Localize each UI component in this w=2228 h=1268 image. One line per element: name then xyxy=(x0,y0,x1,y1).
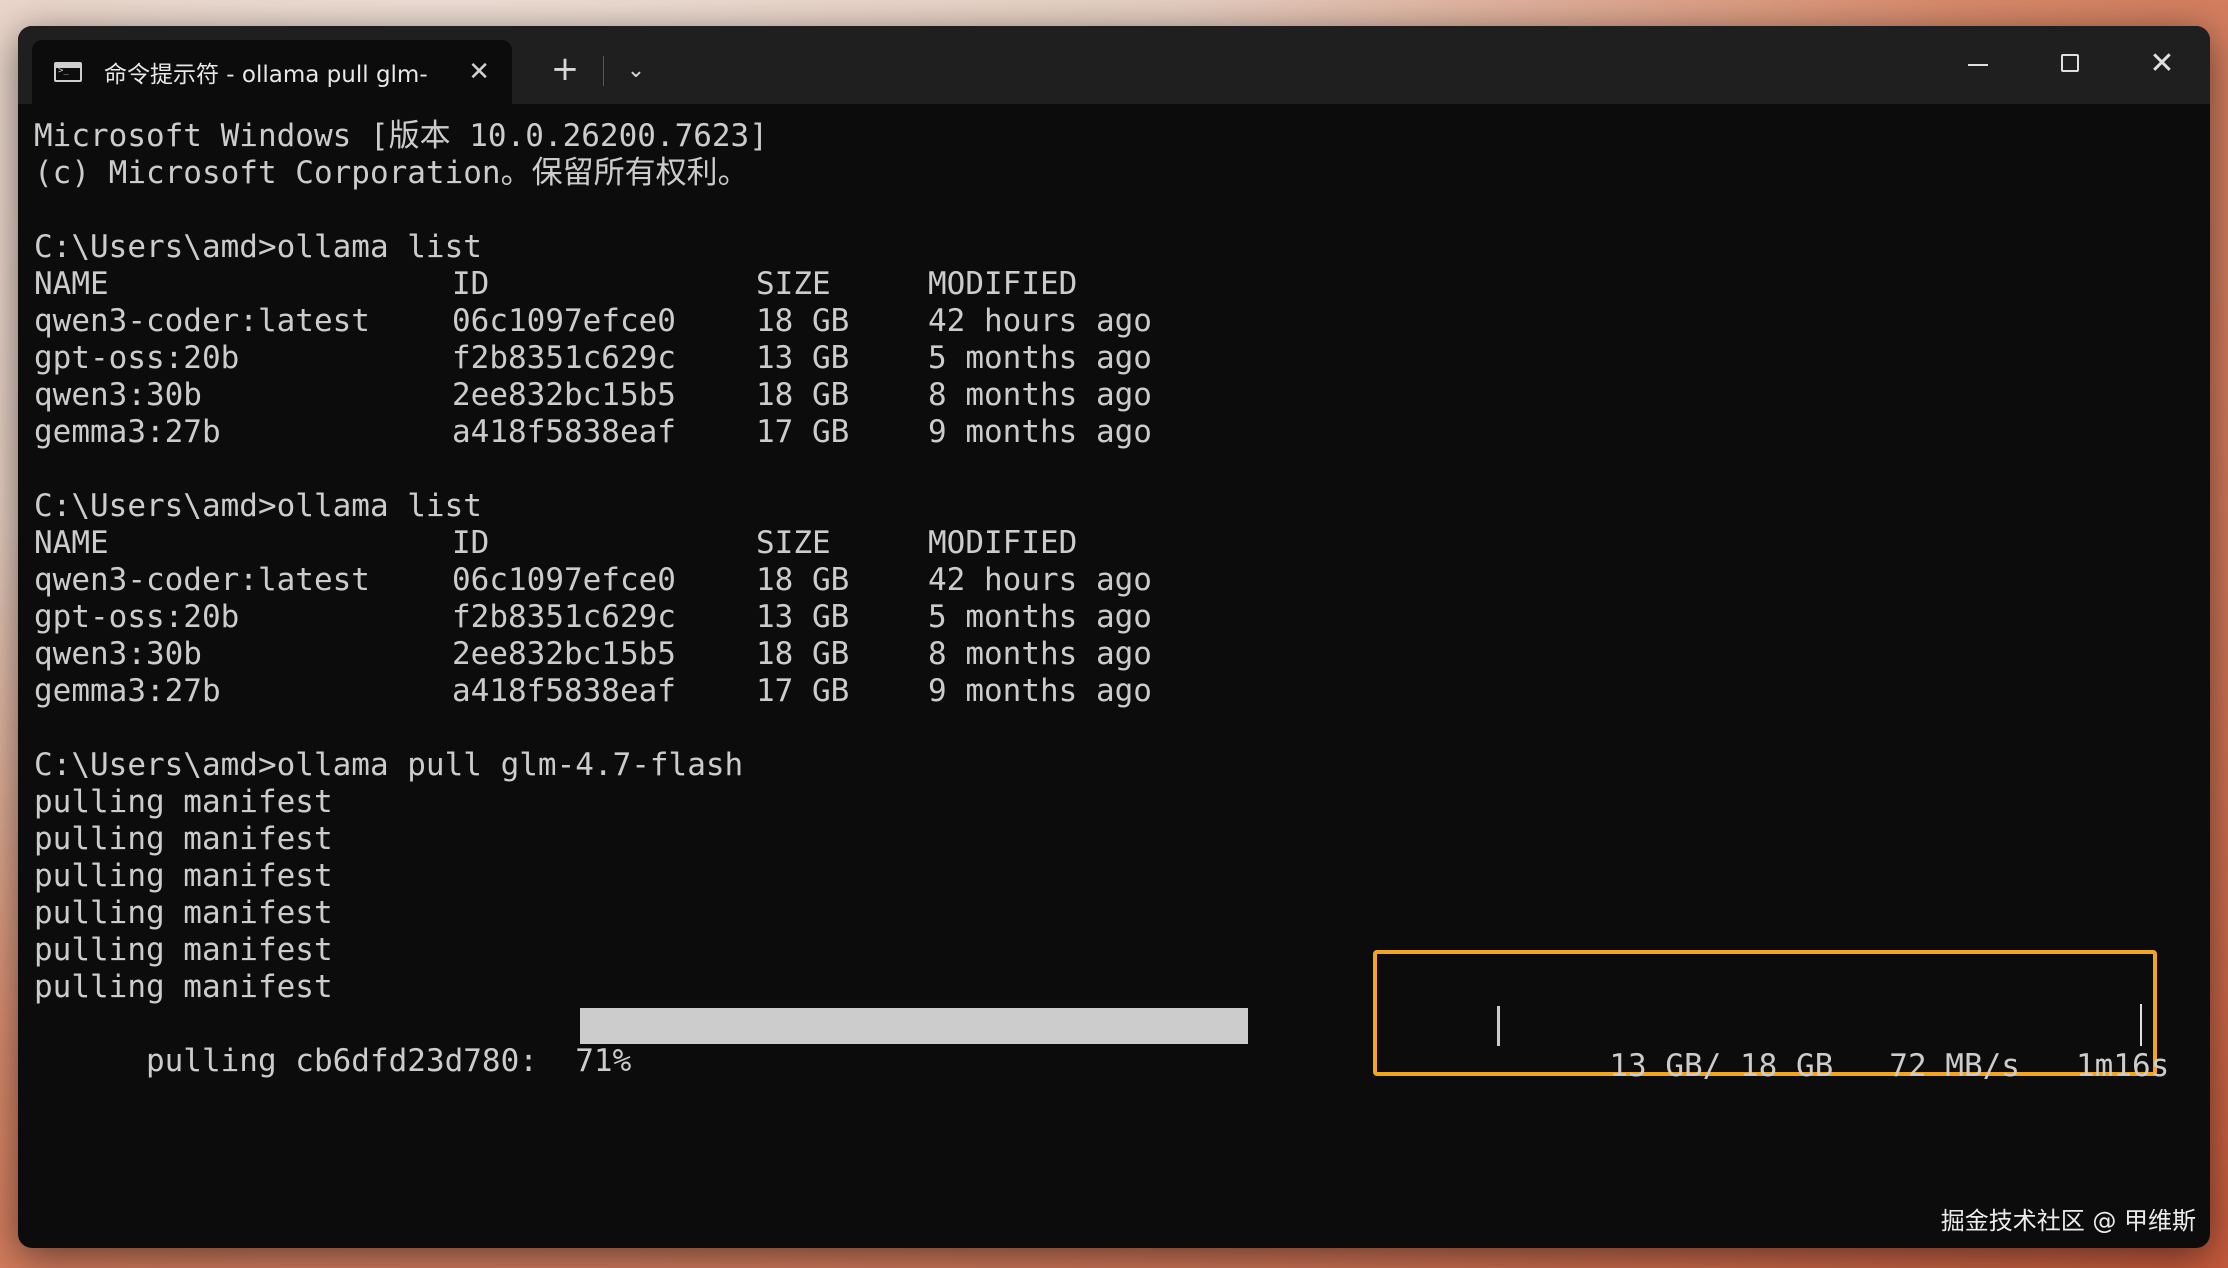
model-size: 13 GB xyxy=(756,340,850,376)
model-id: f2b8351c629c xyxy=(452,599,676,635)
command-line: C:\Users\amd>ollama pull glm-4.7-flash xyxy=(34,747,744,783)
banner-line: (c) Microsoft Corporation。保留所有权利。 xyxy=(34,155,749,191)
table-row: qwen3-coder:latest 06c1097efce0 18 GB 42… xyxy=(34,303,2210,340)
tab-close-icon[interactable]: ✕ xyxy=(468,57,490,87)
tab-title: 命令提示符 - ollama pull glm- xyxy=(104,62,428,88)
header-id: ID xyxy=(452,266,490,302)
model-modified: 9 months ago xyxy=(928,414,1152,450)
watermark: 掘金技术社区 @ 甲维斯 xyxy=(1940,1207,2196,1235)
model-id: a418f5838eaf xyxy=(452,414,676,450)
close-button[interactable]: ✕ xyxy=(2122,38,2202,90)
download-speed: 72 MB/s xyxy=(1889,1048,2020,1084)
tab-divider xyxy=(603,56,604,86)
new-tab-button[interactable]: + xyxy=(540,44,590,94)
table-row: gpt-oss:20b f2b8351c629c 13 GB 5 months … xyxy=(34,599,2210,636)
eta: 1m16s xyxy=(2075,1048,2170,1084)
text-cursor xyxy=(2140,1004,2142,1046)
model-id: 06c1097efce0 xyxy=(452,562,676,598)
model-name: qwen3-coder:latest xyxy=(34,303,370,339)
model-size: 18 GB xyxy=(756,303,850,339)
minimize-icon xyxy=(1968,64,1988,66)
table-row: gemma3:27b a418f5838eaf 17 GB 9 months a… xyxy=(34,414,2210,451)
table-header: NAME ID SIZE MODIFIED xyxy=(34,266,2210,303)
chevron-down-icon[interactable]: ⌄ xyxy=(616,48,656,94)
model-modified: 8 months ago xyxy=(928,377,1152,413)
pull-progress-label: pulling cb6dfd23d780: 71% xyxy=(145,1043,632,1079)
table-row: gpt-oss:20b f2b8351c629c 13 GB 5 months … xyxy=(34,340,2210,377)
model-modified: 5 months ago xyxy=(928,599,1152,635)
table-row: qwen3:30b 2ee832bc15b5 18 GB 8 months ag… xyxy=(34,636,2210,673)
model-name: gemma3:27b xyxy=(34,414,221,450)
tab-command-prompt[interactable]: 命令提示符 - ollama pull glm- ✕ xyxy=(32,40,512,104)
model-modified: 42 hours ago xyxy=(928,562,1152,598)
model-id: 06c1097efce0 xyxy=(452,303,676,339)
header-modified: MODIFIED xyxy=(928,525,1078,561)
command-line: C:\Users\amd>ollama list xyxy=(34,229,482,265)
header-modified: MODIFIED xyxy=(928,266,1078,302)
header-size: SIZE xyxy=(756,525,831,561)
minimize-button[interactable] xyxy=(1938,38,2018,90)
table-row: gemma3:27b a418f5838eaf 17 GB 9 months a… xyxy=(34,673,2210,710)
model-size: 18 GB xyxy=(756,562,850,598)
model-id: a418f5838eaf xyxy=(452,673,676,709)
model-name: qwen3:30b xyxy=(34,636,202,672)
model-modified: 42 hours ago xyxy=(928,303,1152,339)
table-row: qwen3-coder:latest 06c1097efce0 18 GB 42… xyxy=(34,562,2210,599)
close-icon: ✕ xyxy=(2149,46,2175,81)
maximize-icon xyxy=(2061,54,2079,72)
model-name: qwen3:30b xyxy=(34,377,202,413)
table-header: NAME ID SIZE MODIFIED xyxy=(34,525,2210,562)
model-size: 13 GB xyxy=(756,599,850,635)
progress-bar-end xyxy=(1497,1006,1500,1046)
model-id: 2ee832bc15b5 xyxy=(452,377,676,413)
manifest-line: pulling manifest xyxy=(34,895,333,931)
download-stats: 13 GB/ 18 GB 72 MB/s 1m16s xyxy=(1572,1006,2169,1084)
model-size: 18 GB xyxy=(756,377,850,413)
header-id: ID xyxy=(452,525,490,561)
command-line: C:\Users\amd>ollama list xyxy=(34,488,482,524)
maximize-button[interactable] xyxy=(2030,38,2110,90)
model-modified: 9 months ago xyxy=(928,673,1152,709)
header-name: NAME xyxy=(34,266,109,302)
banner-line: Microsoft Windows [版本 10.0.26200.7623] xyxy=(34,118,768,154)
header-name: NAME xyxy=(34,525,109,561)
manifest-line: pulling manifest xyxy=(34,858,333,894)
model-id: f2b8351c629c xyxy=(452,340,676,376)
manifest-line: pulling manifest xyxy=(34,784,333,820)
model-id: 2ee832bc15b5 xyxy=(452,636,676,672)
model-name: qwen3-coder:latest xyxy=(34,562,370,598)
model-name: gemma3:27b xyxy=(34,673,221,709)
model-modified: 5 months ago xyxy=(928,340,1152,376)
progress-bar-fill xyxy=(580,1008,1248,1044)
table-row: qwen3:30b 2ee832bc15b5 18 GB 8 months ag… xyxy=(34,377,2210,414)
model-name: gpt-oss:20b xyxy=(34,340,240,376)
model-size: 18 GB xyxy=(756,636,850,672)
terminal-icon xyxy=(54,62,82,82)
header-size: SIZE xyxy=(756,266,831,302)
model-name: gpt-oss:20b xyxy=(34,599,240,635)
model-modified: 8 months ago xyxy=(928,636,1152,672)
transferred-size: 13 GB/ 18 GB xyxy=(1609,1048,1834,1084)
title-bar: 命令提示符 - ollama pull glm- ✕ + ⌄ ✕ xyxy=(18,26,2210,104)
model-size: 17 GB xyxy=(756,414,850,450)
model-size: 17 GB xyxy=(756,673,850,709)
manifest-line: pulling manifest xyxy=(34,821,333,857)
